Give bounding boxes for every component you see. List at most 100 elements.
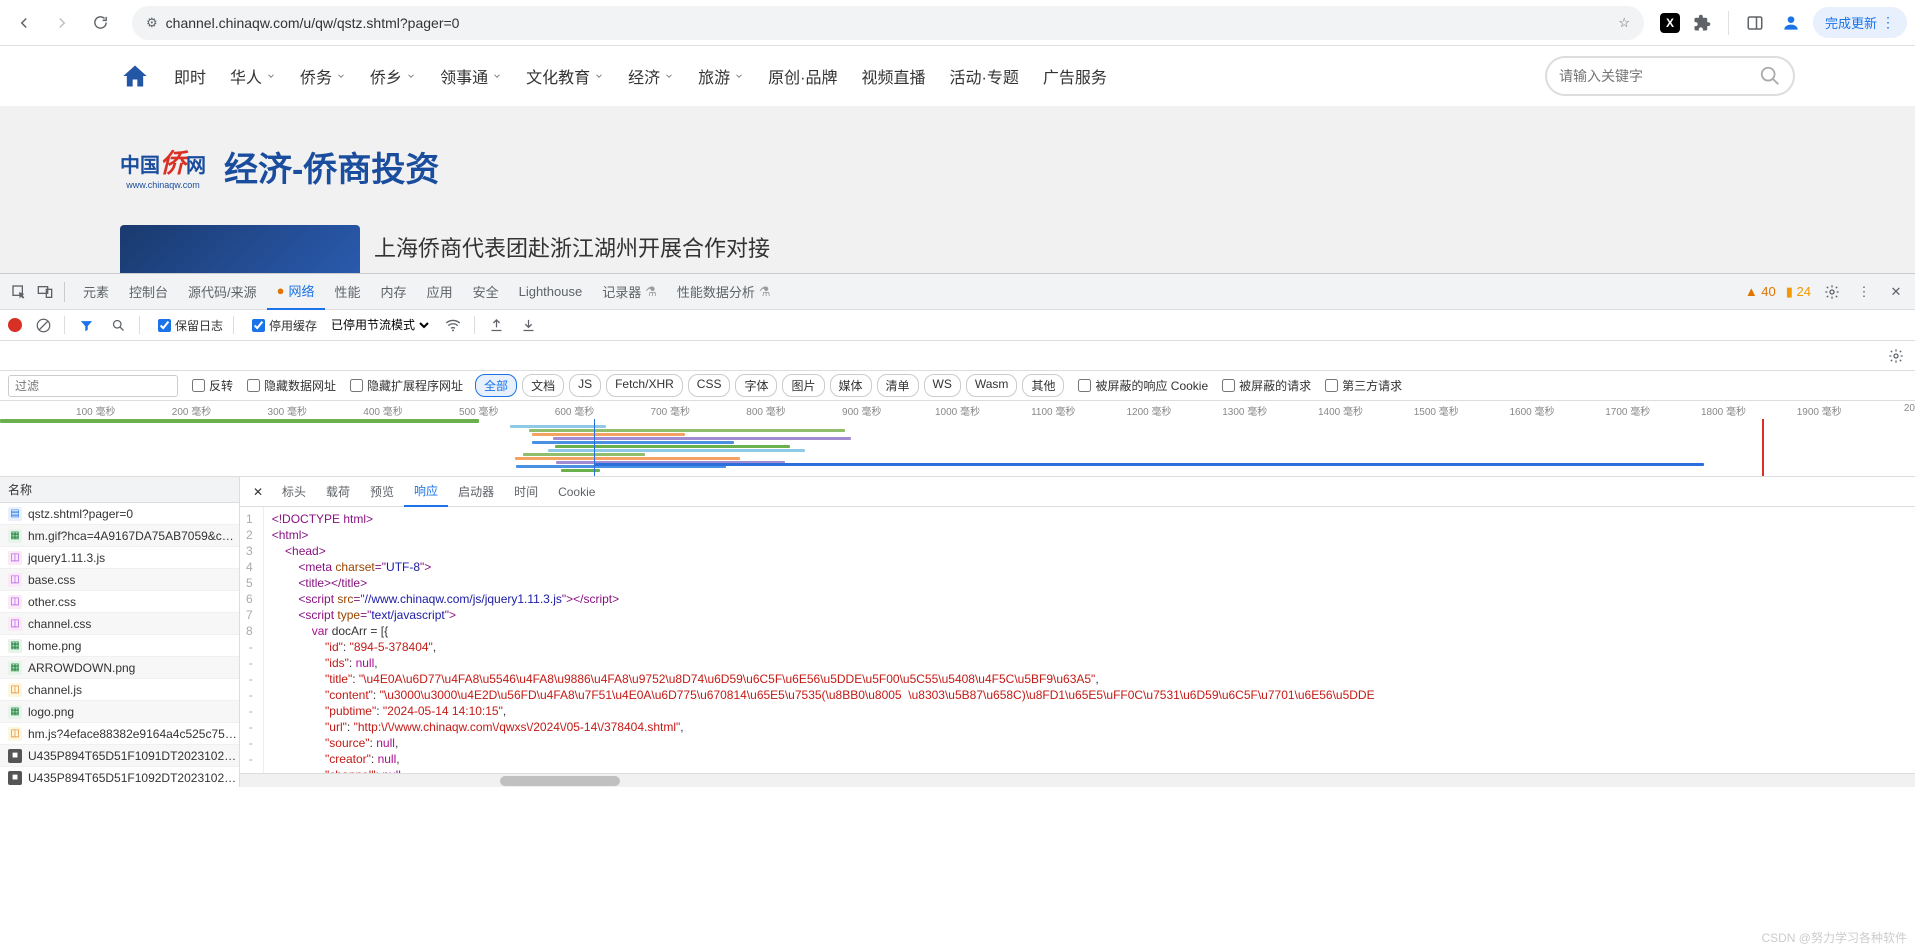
nav-item[interactable]: 原创·品牌 bbox=[768, 64, 837, 88]
request-row[interactable]: ◫jquery1.11.3.js bbox=[0, 547, 239, 569]
detail-tab[interactable]: 时间 bbox=[504, 477, 548, 507]
blocked-req-checkbox[interactable]: 被屏蔽的请求 bbox=[1222, 377, 1311, 394]
throttle-select[interactable]: 已停用节流模式 bbox=[327, 317, 432, 333]
download-icon[interactable] bbox=[517, 314, 539, 336]
issue-badge[interactable]: ▮ 24 bbox=[1786, 284, 1811, 300]
nav-item[interactable]: 侨乡 bbox=[370, 64, 416, 88]
nav-item[interactable]: 广告服务 bbox=[1043, 64, 1107, 88]
type-chip[interactable]: 全部 bbox=[475, 374, 517, 397]
request-row[interactable]: ◫channel.js bbox=[0, 679, 239, 701]
detail-tab[interactable]: 预览 bbox=[360, 477, 404, 507]
type-chip[interactable]: 其他 bbox=[1022, 374, 1064, 397]
request-row[interactable]: ▦home.png bbox=[0, 635, 239, 657]
hide-ext-checkbox[interactable]: 隐藏扩展程序网址 bbox=[350, 377, 463, 394]
devtools-tab[interactable]: 记录器 ⚗ bbox=[592, 274, 667, 310]
search-network-icon[interactable] bbox=[107, 314, 129, 336]
devtools-tab[interactable]: Lighthouse bbox=[509, 274, 593, 310]
home-icon[interactable] bbox=[120, 61, 150, 91]
url-bar[interactable]: ⚙ ☆ bbox=[132, 6, 1644, 40]
device-toggle-icon[interactable] bbox=[34, 281, 56, 303]
clear-icon[interactable] bbox=[32, 314, 54, 336]
request-row[interactable]: ■U435P894T65D51F1091DT2023102… bbox=[0, 745, 239, 767]
wifi-icon[interactable] bbox=[442, 314, 464, 336]
request-row[interactable]: ■U435P894T65D51F1092DT2023102… bbox=[0, 767, 239, 787]
hide-data-checkbox[interactable]: 隐藏数据网址 bbox=[247, 377, 336, 394]
type-chip[interactable]: 图片 bbox=[782, 374, 824, 397]
detail-tab[interactable]: Cookie bbox=[548, 477, 605, 507]
back-button[interactable] bbox=[8, 7, 40, 39]
side-panel-icon[interactable] bbox=[1741, 9, 1769, 37]
devtools-tab[interactable]: 安全 bbox=[463, 274, 509, 310]
filter-input[interactable] bbox=[8, 375, 178, 397]
devtools-tab[interactable]: 源代码/来源 bbox=[178, 274, 267, 310]
request-row[interactable]: ▤qstz.shtml?pager=0 bbox=[0, 503, 239, 525]
request-list[interactable]: 名称 ▤qstz.shtml?pager=0▦hm.gif?hca=4A9167… bbox=[0, 477, 240, 787]
profile-icon[interactable] bbox=[1777, 9, 1805, 37]
detail-tab[interactable]: 响应 bbox=[404, 477, 448, 507]
search-icon[interactable] bbox=[1759, 65, 1781, 87]
url-input[interactable] bbox=[166, 15, 1611, 31]
type-chip[interactable]: 字体 bbox=[735, 374, 777, 397]
type-chip[interactable]: Wasm bbox=[966, 374, 1018, 397]
more-icon[interactable]: ⋮ bbox=[1853, 281, 1875, 303]
nav-item[interactable]: 活动·专题 bbox=[949, 64, 1018, 88]
devtools-tab[interactable]: 应用 bbox=[417, 274, 463, 310]
extension-icon-1[interactable]: X bbox=[1660, 13, 1680, 33]
type-chip[interactable]: 文档 bbox=[522, 374, 564, 397]
type-chip[interactable]: JS bbox=[569, 374, 601, 397]
request-row[interactable]: ◫hm.js?4eface88382e9164a4c525c75… bbox=[0, 723, 239, 745]
nav-item[interactable]: 文化教育 bbox=[526, 64, 604, 88]
type-chip[interactable]: 清单 bbox=[877, 374, 919, 397]
devtools-tab[interactable]: 性能数据分析 ⚗ bbox=[667, 274, 781, 310]
nav-item[interactable]: 旅游 bbox=[698, 64, 744, 88]
response-code-view[interactable]: 12345678---------- <!DOCTYPE html><html>… bbox=[240, 507, 1915, 773]
detail-tab[interactable]: 启动器 bbox=[448, 477, 504, 507]
devtools-tab[interactable]: 控制台 bbox=[119, 274, 178, 310]
search-input[interactable] bbox=[1559, 68, 1759, 84]
filter-icon[interactable] bbox=[75, 314, 97, 336]
request-row[interactable]: ▦hm.gif?hca=4A9167DA75AB7059&c… bbox=[0, 525, 239, 547]
article-thumb[interactable] bbox=[120, 225, 360, 273]
nav-item[interactable]: 视频直播 bbox=[861, 64, 925, 88]
nav-item[interactable]: 领事通 bbox=[440, 64, 502, 88]
devtools-tab[interactable]: ● 网络 bbox=[267, 274, 325, 310]
settings-icon[interactable] bbox=[1821, 281, 1843, 303]
reload-button[interactable] bbox=[84, 7, 116, 39]
record-button[interactable] bbox=[8, 318, 22, 332]
devtools-tab[interactable]: 元素 bbox=[73, 274, 119, 310]
request-row[interactable]: ▦ARROWDOWN.png bbox=[0, 657, 239, 679]
detail-tab[interactable]: 标头 bbox=[272, 477, 316, 507]
invert-checkbox[interactable]: 反转 bbox=[192, 377, 233, 394]
warning-badge[interactable]: ▲ 40 bbox=[1745, 284, 1776, 299]
network-settings-icon[interactable] bbox=[1885, 345, 1907, 367]
detail-tab[interactable]: 载荷 bbox=[316, 477, 360, 507]
close-detail-icon[interactable]: ✕ bbox=[246, 485, 270, 499]
devtools-tab[interactable]: 性能 bbox=[325, 274, 371, 310]
extensions-icon[interactable] bbox=[1688, 9, 1716, 37]
devtools-tab[interactable]: 内存 bbox=[371, 274, 417, 310]
type-chip[interactable]: Fetch/XHR bbox=[606, 374, 683, 397]
upload-icon[interactable] bbox=[485, 314, 507, 336]
third-party-checkbox[interactable]: 第三方请求 bbox=[1325, 377, 1402, 394]
request-row[interactable]: ◫other.css bbox=[0, 591, 239, 613]
inspect-icon[interactable] bbox=[8, 281, 30, 303]
type-chip[interactable]: CSS bbox=[688, 374, 731, 397]
nav-item[interactable]: 华人 bbox=[230, 64, 276, 88]
star-icon[interactable]: ☆ bbox=[1618, 15, 1630, 31]
site-info-icon[interactable]: ⚙ bbox=[146, 15, 158, 31]
horizontal-scrollbar[interactable] bbox=[240, 773, 1915, 787]
nav-item[interactable]: 侨务 bbox=[300, 64, 346, 88]
request-row[interactable]: ◫base.css bbox=[0, 569, 239, 591]
request-row[interactable]: ▦logo.png bbox=[0, 701, 239, 723]
disable-cache-checkbox[interactable]: 停用缓存 bbox=[252, 317, 317, 334]
article-title[interactable]: 上海侨商代表团赴浙江湖州开展合作对接 bbox=[374, 225, 770, 263]
type-chip[interactable]: WS bbox=[924, 374, 961, 397]
request-row[interactable]: ◫channel.css bbox=[0, 613, 239, 635]
nav-item[interactable]: 经济 bbox=[628, 64, 674, 88]
nav-item[interactable]: 即时 bbox=[174, 64, 206, 88]
site-logo[interactable]: 中国侨网 www.chinaqw.com bbox=[120, 143, 206, 190]
forward-button[interactable] bbox=[46, 7, 78, 39]
blocked-cookie-checkbox[interactable]: 被屏蔽的响应 Cookie bbox=[1078, 377, 1208, 394]
timeline[interactable]: 100 毫秒200 毫秒300 毫秒400 毫秒500 毫秒600 毫秒700 … bbox=[0, 401, 1915, 477]
update-button[interactable]: 完成更新 ⋮ bbox=[1813, 7, 1907, 38]
